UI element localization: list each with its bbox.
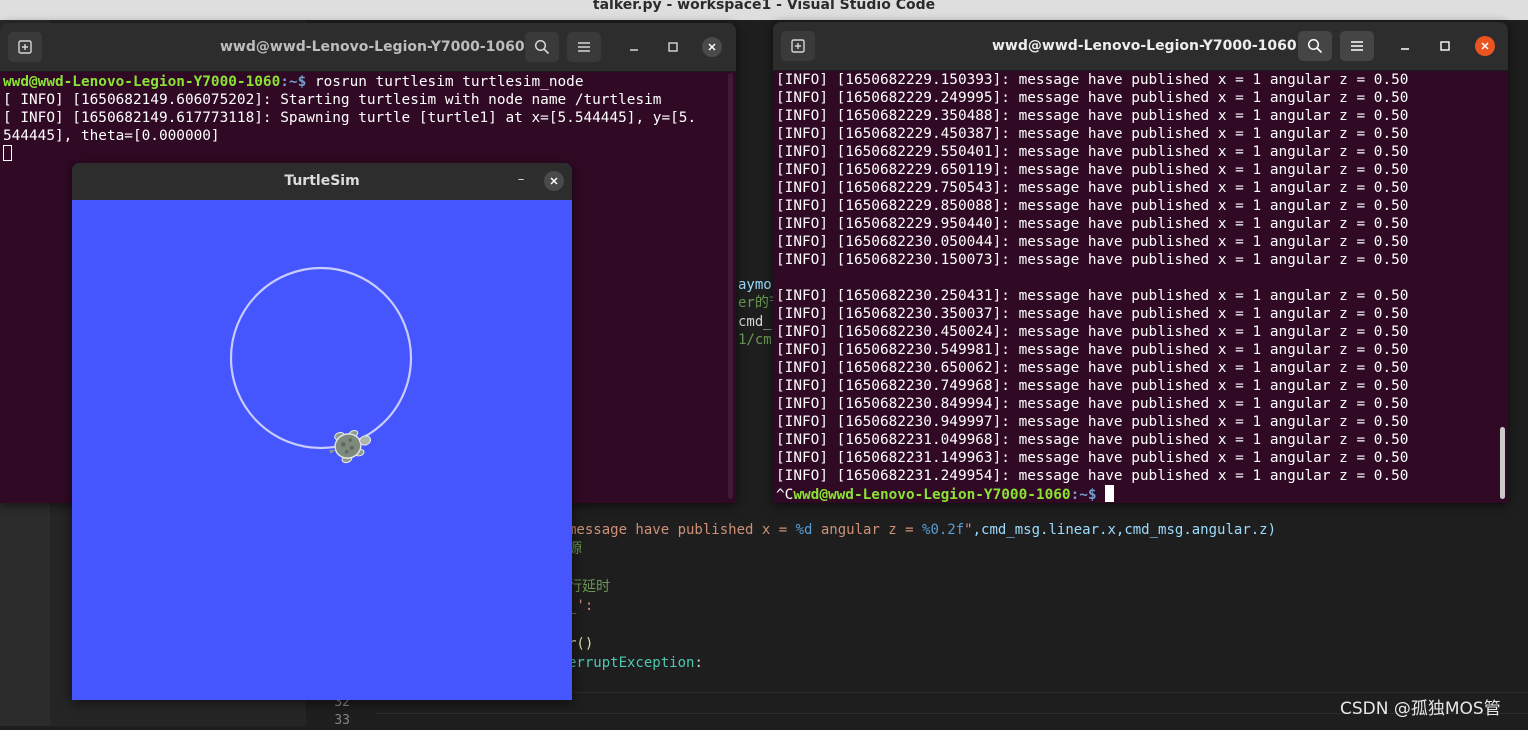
turtlesim-canvas [72, 200, 572, 700]
search-icon[interactable] [525, 32, 559, 62]
terminal-log-line: [INFO] [1650682231.049968]: message have… [776, 432, 1409, 448]
code-string: " [964, 522, 973, 538]
terminal-headerbar: wwd@wwd-Lenovo-Legion-Y7000-1060: ~ [0, 23, 736, 72]
terminal-log-line: [INFO] [1650682229.450387]: message have… [776, 126, 1409, 142]
terminal-log-line [776, 269, 1408, 287]
prompt-path: :~$ [1070, 487, 1097, 503]
terminal-title: wwd@wwd-Lenovo-Legion-Y7000-1060: ~ [992, 38, 1319, 54]
close-icon[interactable] [544, 171, 564, 191]
terminal-log-line: [INFO] [1650682229.550401]: message have… [776, 144, 1409, 160]
line-number: 33 [334, 713, 350, 728]
terminal-prompt-line: wwd@wwd-Lenovo-Legion-Y7000-1060:~$ rosr… [3, 73, 696, 91]
code-comment: 行延时 [568, 579, 610, 595]
maximize-icon[interactable] [1435, 36, 1455, 56]
code-args: ,cmd_msg.linear.x,cmd_msg.angular.z) [972, 522, 1277, 538]
terminal-output-line: [ INFO] [1650682149.606075202]: Starting… [3, 92, 662, 108]
peek-code-line: cmd_ [738, 314, 772, 330]
terminal-cursor [3, 145, 696, 163]
terminal-log-line: [INFO] [1650682229.850088]: message have… [776, 198, 1409, 214]
vscode-window-title: talker.py - workspace1 - Visual Studio C… [592, 0, 936, 13]
peek-code-line: 1/cm [738, 332, 772, 348]
terminal-log-line: [INFO] [1650682230.450024]: message have… [776, 324, 1409, 340]
prompt-path: :~$ [280, 74, 307, 90]
terminal-log-line: [INFO] [1650682229.950440]: message have… [776, 216, 1409, 232]
terminal-log-line: [INFO] [1650682230.350037]: message have… [776, 306, 1409, 322]
code-line-loginfo: message have published x = %d angular z … [568, 521, 1276, 539]
terminal-log-line: [INFO] [1650682229.350488]: message have… [776, 108, 1409, 124]
terminal-log-line: [INFO] [1650682229.650119]: message have… [776, 162, 1409, 178]
code-string: message have published x = [568, 522, 796, 538]
search-icon[interactable] [1298, 31, 1332, 61]
code-class-name: erruptException [568, 655, 695, 671]
right-terminal-window[interactable]: wwd@wwd-Lenovo-Legion-Y7000-1060: ~ [INF… [773, 22, 1508, 503]
terminal-log-line: [INFO] [1650682230.549981]: message have… [776, 342, 1409, 358]
minimize-icon[interactable] [1395, 36, 1415, 56]
minimize-icon[interactable] [624, 37, 644, 57]
turtlesim-headerbar: TurtleSim – [72, 163, 572, 200]
close-icon[interactable] [702, 37, 722, 57]
terminal-output[interactable]: wwd@wwd-Lenovo-Legion-Y7000-1060:~$ rosr… [3, 73, 696, 163]
prompt-user: wwd@wwd-Lenovo-Legion-Y7000-1060 [793, 487, 1071, 503]
terminal-title: wwd@wwd-Lenovo-Legion-Y7000-1060: ~ [220, 39, 547, 55]
terminal-log-line: [INFO] [1650682230.250431]: message have… [776, 288, 1409, 304]
terminal-log-line: [INFO] [1650682231.149963]: message have… [776, 450, 1409, 466]
new-tab-icon[interactable] [781, 31, 815, 61]
turtlesim-title: TurtleSim [284, 173, 360, 189]
terminal-output-line: [ INFO] [1650682149.617773118]: Spawning… [3, 110, 697, 126]
code-string: angular z = [812, 522, 923, 538]
hamburger-menu-icon[interactable] [1340, 31, 1374, 61]
terminal-log-line: [INFO] [1650682230.949997]: message have… [776, 414, 1409, 430]
new-tab-icon[interactable] [8, 32, 42, 62]
close-icon[interactable] [1475, 36, 1495, 56]
turtlesim-background [72, 200, 572, 700]
terminal-log-line: [INFO] [1650682230.650062]: message have… [776, 360, 1409, 376]
terminal-cursor [1105, 485, 1115, 502]
terminal-prompt-line: ^Cwwd@wwd-Lenovo-Legion-Y7000-1060:~$ [776, 485, 1408, 503]
csdn-watermark: CSDN @孤独MOS管 [1340, 699, 1501, 719]
terminal-log-line: [INFO] [1650682231.249954]: message have… [776, 468, 1409, 484]
terminal-output[interactable]: [INFO] [1650682229.150393]: message have… [776, 71, 1408, 503]
terminal-headerbar: wwd@wwd-Lenovo-Legion-Y7000-1060: ~ [773, 22, 1508, 71]
terminal-scrollbar[interactable] [728, 73, 733, 499]
terminal-log-line: [INFO] [1650682230.050044]: message have… [776, 234, 1409, 250]
code-format-spec: %d [795, 522, 813, 538]
turtlesim-window[interactable]: TurtleSim – [72, 163, 572, 700]
maximize-icon[interactable] [663, 37, 683, 57]
terminal-output-line: 544445], theta=[0.000000] [3, 128, 220, 144]
terminal-log-line: [INFO] [1650682229.750543]: message have… [776, 180, 1409, 196]
terminal-log-line: [INFO] [1650682230.749968]: message have… [776, 378, 1409, 394]
terminal-log-line: [INFO] [1650682229.249995]: message have… [776, 90, 1409, 106]
code-line-except: erruptException: [568, 654, 703, 672]
code-colon: : [694, 655, 703, 671]
minimize-icon[interactable]: – [514, 170, 528, 190]
interrupt-marker: ^C [776, 487, 794, 503]
terminal-log-line: [INFO] [1650682229.150393]: message have… [776, 72, 1409, 88]
code-format-spec: %0.2f [922, 522, 965, 538]
terminal-scrollbar-thumb[interactable] [1500, 427, 1505, 499]
terminal-log-line: [INFO] [1650682230.849994]: message have… [776, 396, 1409, 412]
hamburger-menu-icon[interactable] [567, 32, 601, 62]
terminal-log-line: [INFO] [1650682230.150073]: message have… [776, 252, 1409, 268]
vscode-titlebar: talker.py - workspace1 - Visual Studio C… [0, 0, 1528, 20]
prompt-user: wwd@wwd-Lenovo-Legion-Y7000-1060 [3, 74, 281, 90]
terminal-command: rosrun turtlesim turtlesim_node [306, 74, 584, 90]
